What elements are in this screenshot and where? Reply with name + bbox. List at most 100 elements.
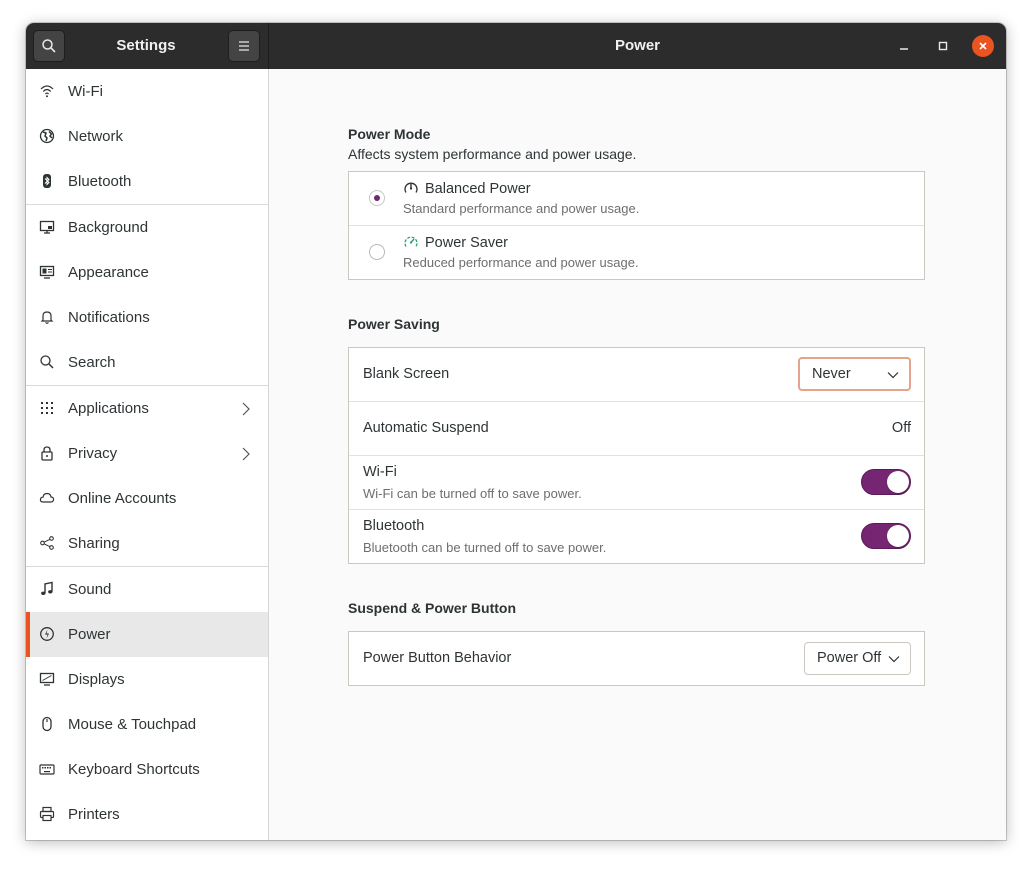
display-icon [39, 671, 55, 687]
chevron-down-icon [887, 372, 899, 379]
lock-icon [39, 445, 55, 461]
menu-button[interactable] [228, 30, 260, 62]
suspend-power-button-list: Power Button Behavior Power Off [348, 631, 925, 686]
cloud-icon [39, 490, 55, 506]
blank-screen-value: Never [812, 366, 851, 382]
sidebar-item-network[interactable]: Network [26, 114, 268, 159]
sidebar-item-label: Notifications [68, 309, 150, 326]
wifi-power-row: Wi-Fi Wi-Fi can be turned off to save po… [349, 456, 924, 509]
hamburger-menu-icon [239, 41, 249, 51]
search-icon [42, 39, 56, 53]
search-icon [39, 354, 55, 370]
bluetooth-power-switch[interactable] [861, 523, 911, 549]
chevron-right-icon [242, 402, 250, 416]
sidebar-item-wifi[interactable]: Wi-Fi [26, 69, 268, 114]
sidebar-item-label: Privacy [68, 445, 118, 462]
sidebar-item-online-accounts[interactable]: Online Accounts [26, 476, 268, 521]
sidebar-item-mouse-touchpad[interactable]: Mouse & Touchpad [26, 702, 268, 747]
switch-knob [887, 471, 909, 493]
blank-screen-dropdown[interactable]: Never [798, 357, 911, 391]
sidebar-item-label: Network [68, 128, 124, 145]
appearance-icon [39, 264, 55, 280]
settings-window: Settings Power Wi-Fi Network Bluetooth B… [26, 23, 1006, 840]
power-button-behavior-dropdown[interactable]: Power Off [804, 642, 911, 675]
close-button[interactable] [972, 35, 994, 57]
power-button-behavior-row: Power Button Behavior Power Off [349, 632, 924, 685]
speedometer-icon [404, 182, 418, 193]
automatic-suspend-label: Automatic Suspend [363, 420, 489, 436]
sidebar-item-label: Keyboard Shortcuts [68, 761, 200, 778]
bluetooth-power-row: Bluetooth Bluetooth can be turned off to… [349, 510, 924, 563]
leaf-gauge-icon [404, 236, 418, 247]
chevron-right-icon [242, 447, 250, 461]
sidebar-item-sharing[interactable]: Sharing [26, 521, 268, 566]
sidebar-item-keyboard-shortcuts[interactable]: Keyboard Shortcuts [26, 747, 268, 792]
grid-icon [39, 400, 55, 416]
minimize-button[interactable] [893, 35, 915, 57]
sidebar-item-applications[interactable]: Applications [26, 386, 268, 431]
power-mode-saver-row[interactable]: Power Saver Reduced performance and powe… [349, 226, 924, 279]
share-icon [39, 535, 55, 551]
sidebar-item-label: Mouse & Touchpad [68, 716, 197, 733]
power-mode-list: Balanced Power Standard performance and … [348, 171, 925, 280]
bluetooth-icon [39, 173, 55, 189]
maximize-icon [938, 41, 948, 51]
sidebar-item-sound[interactable]: Sound [26, 567, 268, 612]
wifi-icon [39, 83, 55, 99]
printer-icon [39, 806, 55, 822]
sidebar-item-notifications[interactable]: Notifications [26, 295, 268, 340]
bluetooth-power-label: Bluetooth [363, 518, 425, 534]
power-mode-balanced-row[interactable]: Balanced Power Standard performance and … [349, 172, 924, 225]
sidebar-item-label: Displays [68, 671, 125, 688]
bluetooth-power-description: Bluetooth can be turned off to save powe… [363, 540, 607, 555]
sidebar-item-label: Sound [68, 581, 112, 598]
maximize-button[interactable] [932, 35, 954, 57]
power-mode-subtitle: Affects system performance and power usa… [348, 146, 637, 162]
keyboard-icon [39, 761, 55, 777]
header-bar: Settings Power [26, 23, 1006, 69]
sidebar-item-label: Background [68, 219, 149, 236]
power-saver-radio[interactable] [369, 244, 385, 260]
wifi-power-switch[interactable] [861, 469, 911, 495]
switch-knob [887, 525, 909, 547]
sidebar-item-background[interactable]: Background [26, 205, 268, 250]
sidebar-item-bluetooth[interactable]: Bluetooth [26, 159, 268, 204]
balanced-power-radio[interactable] [369, 190, 385, 206]
search-button[interactable] [33, 30, 65, 62]
power-saver-title: Power Saver [425, 235, 509, 251]
sidebar-item-appearance[interactable]: Appearance [26, 250, 268, 295]
power-panel: Power Mode Affects system performance an… [269, 69, 1006, 840]
close-icon [979, 42, 987, 50]
sidebar-item-privacy[interactable]: Privacy [26, 431, 268, 476]
sidebar-item-printers[interactable]: Printers [26, 792, 268, 837]
sidebar-item-label: Search [68, 354, 116, 371]
chevron-down-icon [888, 656, 900, 663]
sidebar-item-label: Online Accounts [68, 490, 177, 507]
power-mode-heading: Power Mode [348, 126, 431, 142]
sidebar-item-search[interactable]: Search [26, 340, 268, 385]
sidebar-item-displays[interactable]: Displays [26, 657, 268, 702]
power-icon [39, 626, 55, 642]
balanced-power-title: Balanced Power [425, 181, 531, 197]
power-saving-list: Blank Screen Never Automatic Suspend Off… [348, 347, 925, 564]
network-globe-icon [39, 128, 55, 144]
app-title: Settings [116, 37, 176, 54]
sidebar-item-label: Applications [68, 400, 149, 417]
power-button-behavior-label: Power Button Behavior [363, 650, 512, 666]
sidebar-item-label: Wi-Fi [68, 83, 103, 100]
sidebar-item-label: Appearance [68, 264, 149, 281]
suspend-power-button-heading: Suspend & Power Button [348, 600, 516, 616]
sidebar-item-power[interactable]: Power [26, 612, 268, 657]
wifi-power-description: Wi-Fi can be turned off to save power. [363, 486, 582, 501]
background-icon [39, 219, 55, 235]
automatic-suspend-value: Off [891, 420, 911, 436]
wifi-power-label: Wi-Fi [363, 464, 397, 480]
bell-icon [39, 309, 55, 325]
mouse-icon [39, 716, 55, 732]
sidebar-item-label: Sharing [68, 535, 120, 552]
power-button-behavior-value: Power Off [817, 650, 882, 666]
automatic-suspend-row[interactable]: Automatic Suspend Off [349, 402, 924, 455]
blank-screen-label: Blank Screen [363, 366, 450, 382]
sidebar-item-label: Bluetooth [68, 173, 132, 190]
balanced-power-description: Standard performance and power usage. [403, 201, 640, 216]
